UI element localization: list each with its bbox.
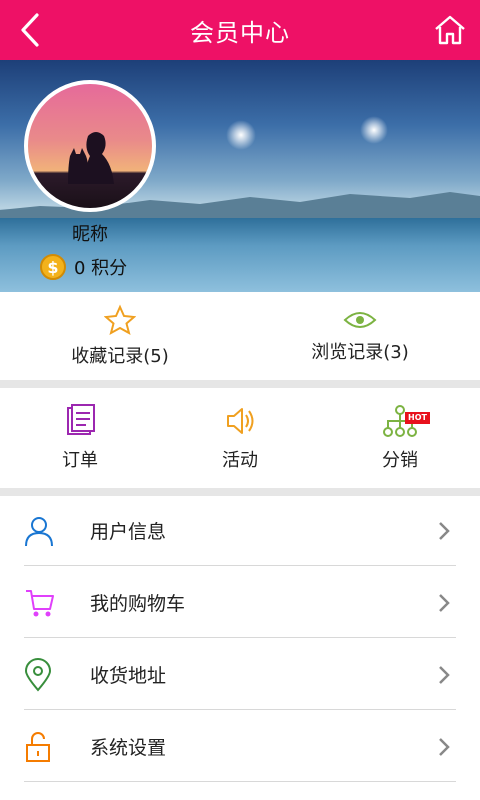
points-display: $ 0 积分: [40, 254, 127, 280]
star-icon: [104, 304, 136, 336]
sky-light: [226, 120, 256, 150]
chevron-right-icon: [439, 521, 450, 540]
chevron-right-icon: [439, 737, 450, 756]
list-item-address[interactable]: 收货地址: [24, 640, 456, 710]
divider: [0, 488, 480, 496]
back-arrow-icon[interactable]: [14, 12, 46, 48]
orders-label: 订单: [62, 450, 98, 471]
top-bar: 会员中心: [0, 0, 480, 60]
favorites-record[interactable]: 收藏记录(5): [0, 292, 240, 380]
points-value: 0 积分: [74, 258, 128, 279]
order-icon: [67, 404, 95, 435]
list-item-label: 用户信息: [90, 521, 167, 543]
chevron-right-icon: [439, 665, 450, 684]
activity-label: 活动: [222, 450, 258, 471]
cart-icon: [26, 589, 54, 616]
avatar[interactable]: [24, 80, 156, 212]
list-item-label: 系统设置: [90, 737, 167, 759]
records-row: 收藏记录(5) 浏览记录(3): [0, 292, 480, 380]
avatar-image: [68, 132, 114, 184]
list-item-label: 收货地址: [90, 665, 167, 687]
distribution-label: 分销: [382, 450, 418, 471]
settings-list: 用户信息 我的购物车 收货地址 系统设置: [0, 496, 480, 800]
shortcuts-row: 订单 活动 分销 HOT: [0, 388, 480, 488]
list-item-cart[interactable]: 我的购物车: [24, 568, 456, 638]
sky-light: [360, 116, 388, 144]
eye-icon: [343, 312, 377, 328]
distribution-shortcut[interactable]: 分销: [320, 388, 480, 488]
location-pin-icon: [24, 657, 52, 692]
divider: [0, 380, 480, 388]
list-item-label: 我的购物车: [90, 593, 186, 615]
list-item-settings[interactable]: 系统设置: [24, 712, 456, 782]
list-item-user-info[interactable]: 用户信息: [24, 496, 456, 566]
nickname: 昵称: [72, 224, 108, 245]
lock-icon: [26, 731, 50, 762]
chevron-right-icon: [439, 593, 450, 612]
page-title: 会员中心: [190, 18, 290, 47]
activity-shortcut[interactable]: 活动: [160, 388, 320, 488]
orders-shortcut[interactable]: 订单: [0, 388, 160, 488]
home-icon[interactable]: [432, 12, 468, 48]
profile-banner: 昵称 $ 0 积分: [0, 60, 480, 292]
history-label: 浏览记录(3): [311, 342, 409, 363]
favorites-label: 收藏记录(5): [71, 346, 169, 367]
user-icon: [25, 516, 53, 546]
speaker-icon: [227, 408, 254, 434]
coin-icon: $: [40, 254, 66, 280]
hot-badge: HOT: [405, 412, 430, 424]
history-record[interactable]: 浏览记录(3): [240, 292, 480, 380]
